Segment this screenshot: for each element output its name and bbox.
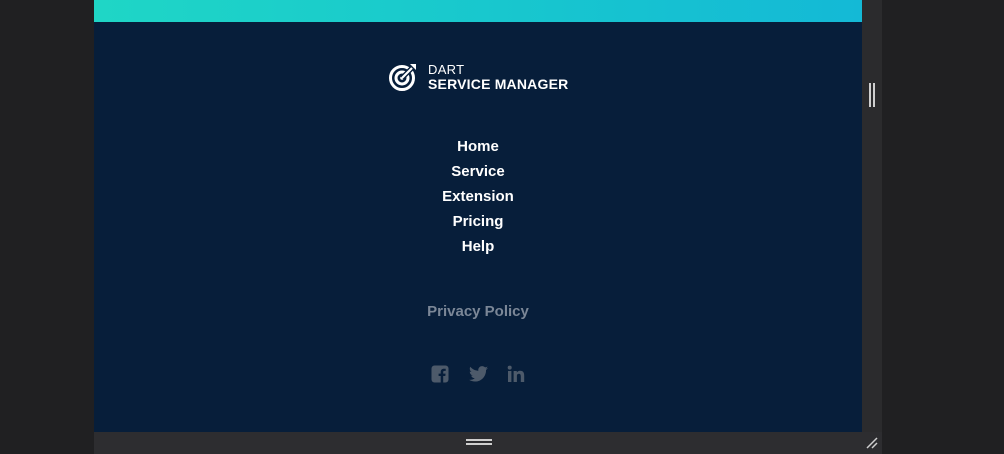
accent-banner-strip [94,0,862,22]
privacy-section: Privacy Policy [94,303,862,321]
horizontal-resize-grip[interactable] [466,439,492,445]
twitter-icon[interactable] [468,364,488,384]
linkedin-icon[interactable] [506,364,526,384]
nav-link-home[interactable]: Home [457,134,499,159]
footer-nav: Home Service Extension Pricing Help [94,134,862,259]
nav-link-service[interactable]: Service [451,159,504,184]
facebook-icon[interactable] [430,364,450,384]
brand-name: DART SERVICE MANAGER [428,63,568,91]
nav-link-pricing[interactable]: Pricing [453,209,504,234]
privacy-policy-link[interactable]: Privacy Policy [427,303,529,320]
corner-resize-icon[interactable] [864,435,880,451]
vertical-scrollbar[interactable] [862,0,882,432]
page-footer: DART SERVICE MANAGER Home Service Extens… [94,0,862,432]
viewport: DART SERVICE MANAGER Home Service Extens… [0,0,1004,454]
brand-name-line1: DART [428,62,465,77]
nav-link-help[interactable]: Help [462,234,495,259]
target-arrow-icon [388,62,418,92]
brand-logo[interactable]: DART SERVICE MANAGER [388,62,568,92]
nav-link-extension[interactable]: Extension [442,184,514,209]
social-links [94,364,862,384]
vertical-scroll-grip[interactable] [869,83,875,107]
brand-name-line2: SERVICE MANAGER [428,76,569,92]
